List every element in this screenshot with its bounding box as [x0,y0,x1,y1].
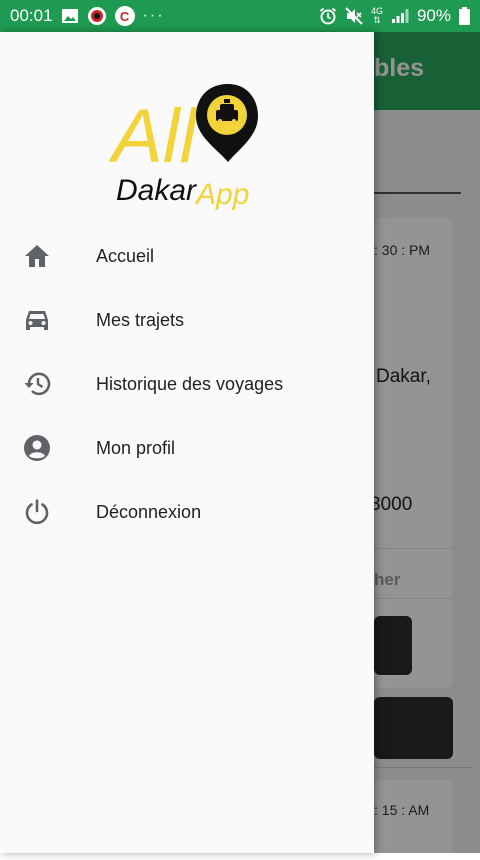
menu-item-mon-profil[interactable]: Mon profil [0,416,374,480]
alarm-icon [319,7,337,25]
home-icon [22,241,52,271]
record-icon [87,6,107,26]
logo-word-all: All [108,94,199,179]
mute-icon [345,7,363,25]
navigation-drawer: All Dakar App Accueil Mes trajets Histor… [0,32,374,853]
power-icon [22,497,52,527]
logo-word-dakar: Dakar [116,174,197,207]
menu-label: Historique des voyages [96,373,284,394]
menu-label: Mes trajets [96,309,185,330]
battery-icon [459,7,470,25]
status-bar: 00:01 C ··· 4G ⇅ 90% [0,0,480,32]
history-icon [22,369,52,399]
more-notifications-icon: ··· [142,7,165,24]
logo-word-app: App [194,178,249,211]
menu-item-mes-trajets[interactable]: Mes trajets [0,288,374,352]
menu-item-historique[interactable]: Historique des voyages [0,352,374,416]
c-app-icon: C [114,6,135,26]
menu-item-deconnexion[interactable]: Déconnexion [0,480,374,544]
status-time: 00:01 [10,6,53,25]
account-icon [22,433,52,463]
car-icon [22,305,52,335]
signal-icon [391,8,409,24]
menu-label: Déconnexion [96,501,202,522]
menu-item-accueil[interactable]: Accueil [0,224,374,288]
app-logo: All Dakar App [108,82,268,212]
network-type: 4G ⇅ [370,6,383,25]
menu-label: Accueil [96,245,155,266]
image-icon [61,8,79,24]
battery-percent: 90% [416,6,451,25]
menu-label: Mon profil [96,437,176,458]
